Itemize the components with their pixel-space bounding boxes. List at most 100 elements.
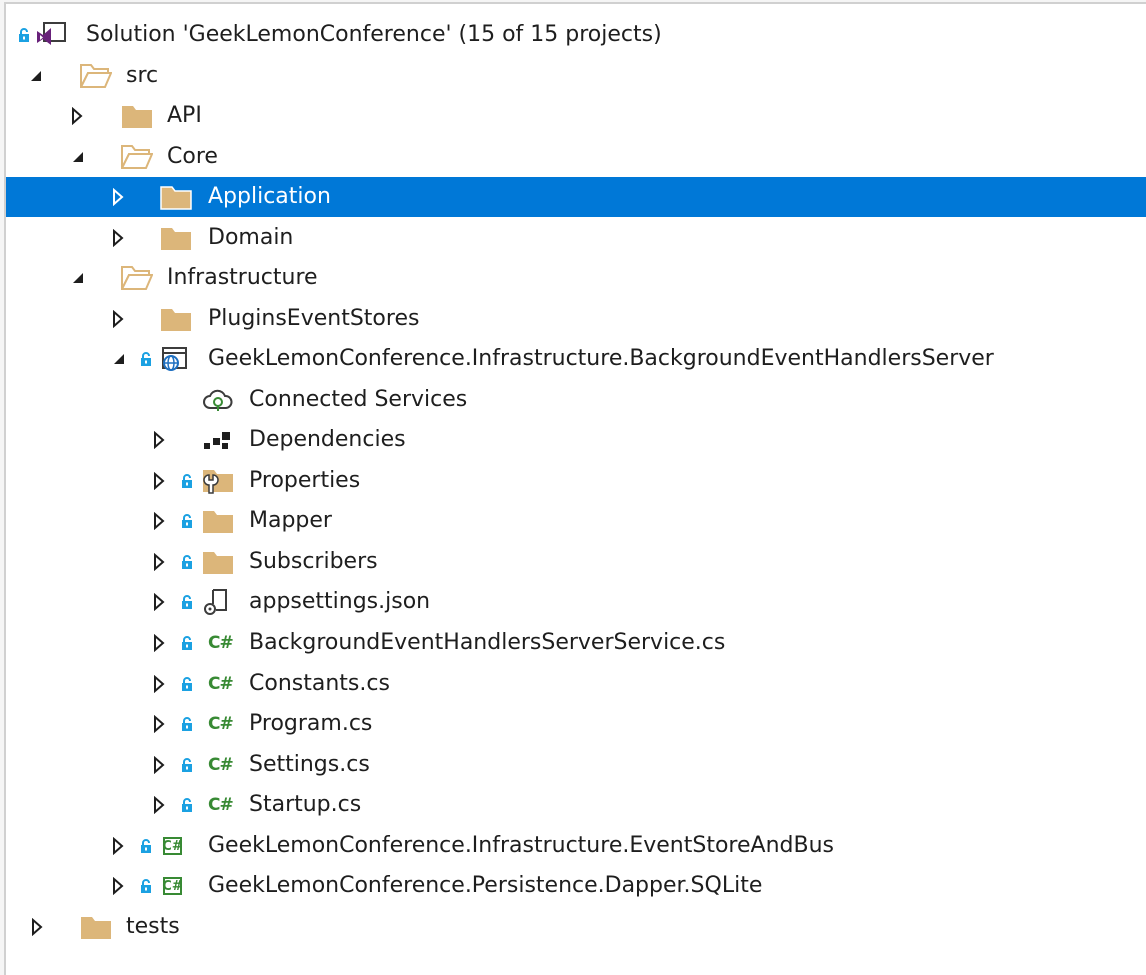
settings-cs-label: Settings.cs [249,752,370,777]
collapsed-arrow-icon[interactable] [153,461,165,501]
tree-item-api[interactable]: API [6,96,1146,136]
expanded-arrow-icon[interactable] [113,339,125,379]
eventstore-project-label: GeekLemonConference.Infrastructure.Event… [208,833,834,858]
tree-item-infrastructure[interactable]: Infrastructure [6,258,1146,298]
expanded-arrow-icon[interactable] [30,56,42,96]
csharp-project-icon: C# [162,877,183,895]
folder-icon [202,501,234,541]
collapsed-arrow-icon[interactable] [112,218,124,258]
tree-item-domain[interactable]: Domain [6,218,1146,258]
tree-item-src[interactable]: src [6,56,1146,96]
lock-icon [181,745,193,785]
tree-item-core[interactable]: Core [6,137,1146,177]
json-settings-icon [202,582,232,622]
folder-icon [80,907,112,947]
tree-item-solution[interactable]: Solution 'GeekLemonConference' (15 of 15… [6,15,1146,55]
csharp-project-icon: C# [162,837,183,855]
lock-icon [18,15,30,55]
lock-icon [140,826,152,866]
open-folder-icon [121,137,153,177]
tree-item-subscribers[interactable]: Subscribers [6,542,1146,582]
src-label: src [126,63,159,88]
collapsed-arrow-icon[interactable] [153,420,165,460]
domain-label: Domain [208,225,294,250]
folder-icon [160,177,192,217]
bg-service-cs-label: BackgroundEventHandlersServerService.cs [249,630,726,655]
solution-explorer-panel: Solution 'GeekLemonConference' (15 of 15… [4,2,1146,975]
collapsed-arrow-icon[interactable] [153,582,165,622]
dependencies-label: Dependencies [249,427,406,452]
expanded-arrow-icon[interactable] [72,137,84,177]
connected-services-icon [202,380,234,420]
collapsed-arrow-icon[interactable] [153,664,165,704]
lock-icon [181,461,193,501]
collapsed-arrow-icon[interactable] [112,177,124,217]
subscribers-label: Subscribers [249,549,378,574]
startup-cs-label: Startup.cs [249,792,362,817]
lock-icon [181,704,193,744]
folder-icon [160,218,192,258]
tree-item-persistence-project[interactable]: C# GeekLemonConference.Persistence.Dappe… [6,866,1146,906]
web-project-icon [160,339,188,379]
collapsed-arrow-icon[interactable] [153,745,165,785]
application-label: Application [208,184,331,209]
csharp-file-icon: C# [208,755,234,775]
tree-item-program-cs[interactable]: C# Program.cs [6,704,1146,744]
collapsed-arrow-icon[interactable] [153,623,165,663]
lock-icon [181,501,193,541]
collapsed-arrow-icon[interactable] [153,542,165,582]
tree-item-startup-cs[interactable]: C# Startup.cs [6,785,1146,825]
appsettings-label: appsettings.json [249,589,431,614]
tree-item-eventstore-project[interactable]: C# GeekLemonConference.Infrastructure.Ev… [6,826,1146,866]
collapsed-arrow-icon[interactable] [153,704,165,744]
folder-icon [121,96,153,136]
solution-icon [35,15,67,55]
tree-item-properties[interactable]: Properties [6,461,1146,501]
csharp-file-icon: C# [208,674,234,694]
tree-item-tests[interactable]: tests [6,907,1146,947]
collapsed-arrow-icon[interactable] [71,96,83,136]
properties-label: Properties [249,468,361,493]
persistence-project-label: GeekLemonConference.Persistence.Dapper.S… [208,873,763,898]
collapsed-arrow-icon[interactable] [153,501,165,541]
tree-item-bg-service-cs[interactable]: C# BackgroundEventHandlersServerService.… [6,623,1146,663]
program-cs-label: Program.cs [249,711,373,736]
plugins-event-stores-label: PluginsEventStores [208,306,420,331]
bg-project-label: GeekLemonConference.Infrastructure.Backg… [208,346,994,371]
csharp-file-icon: C# [208,714,234,734]
tree-item-plugins-event-stores[interactable]: PluginsEventStores [6,299,1146,339]
connected-services-label: Connected Services [249,387,468,412]
infrastructure-label: Infrastructure [167,265,318,290]
tree-item-settings-cs[interactable]: C# Settings.cs [6,745,1146,785]
tree-item-application[interactable]: Application [6,177,1146,217]
lock-icon [140,339,152,379]
dependencies-icon [202,420,234,460]
csharp-file-icon: C# [208,795,234,815]
folder-icon [160,299,192,339]
tree-item-mapper[interactable]: Mapper [6,501,1146,541]
tree-item-dependencies[interactable]: Dependencies [6,420,1146,460]
collapsed-arrow-icon[interactable] [31,907,43,947]
mapper-label: Mapper [249,508,332,533]
lock-icon [181,582,193,622]
lock-icon [181,785,193,825]
expanded-arrow-icon[interactable] [72,258,84,298]
tree-item-constants-cs[interactable]: C# Constants.cs [6,664,1146,704]
properties-folder-icon [202,461,234,501]
lock-icon [181,664,193,704]
constants-cs-label: Constants.cs [249,671,390,696]
tests-label: tests [126,914,180,939]
tree-item-connected-services[interactable]: Connected Services [6,380,1146,420]
collapsed-arrow-icon[interactable] [112,299,124,339]
api-label: API [167,103,202,128]
collapsed-arrow-icon[interactable] [112,866,124,906]
collapsed-arrow-icon[interactable] [112,826,124,866]
open-folder-icon [80,56,112,96]
tree-item-bg-project[interactable]: GeekLemonConference.Infrastructure.Backg… [6,339,1146,379]
solution-label: Solution 'GeekLemonConference' (15 of 15… [86,22,662,47]
tree-item-appsettings[interactable]: appsettings.json [6,582,1146,622]
folder-icon [202,542,234,582]
lock-icon [181,542,193,582]
collapsed-arrow-icon[interactable] [153,785,165,825]
open-folder-icon [121,258,153,298]
